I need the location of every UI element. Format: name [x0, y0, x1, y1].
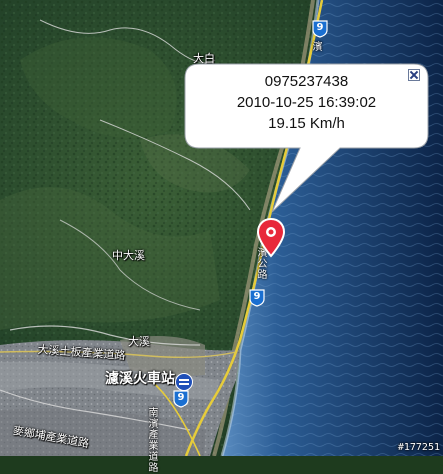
map-label-daxi: 大溪	[128, 335, 150, 348]
info-window-content: 0975237438 2010-10-25 16:39:02 19.15 Km/…	[185, 71, 428, 134]
map-label-south-road: 南濱產業道路	[148, 408, 159, 474]
map-label-zhongdaxi: 中大溪	[112, 249, 145, 262]
train-station-icon	[175, 373, 193, 391]
satellite-map[interactable]	[0, 0, 443, 456]
speed: 19.15 Km/h	[268, 115, 345, 132]
route-9-shield: 9	[249, 289, 265, 307]
map-label-coastal-road-top: 濱	[312, 42, 323, 53]
map-label-station: 濾溪火車站	[105, 371, 175, 387]
device-phone: 0975237438	[264, 73, 349, 90]
close-icon[interactable]	[408, 69, 420, 81]
timestamp: 2010-10-25 16:39:02	[236, 94, 377, 111]
route-9-shield: 9	[312, 20, 328, 38]
map-label-dabai: 大白	[193, 52, 215, 65]
route-9-shield: 9	[173, 390, 189, 408]
location-marker-icon[interactable]	[256, 218, 286, 258]
watermark: #177251	[397, 442, 440, 453]
